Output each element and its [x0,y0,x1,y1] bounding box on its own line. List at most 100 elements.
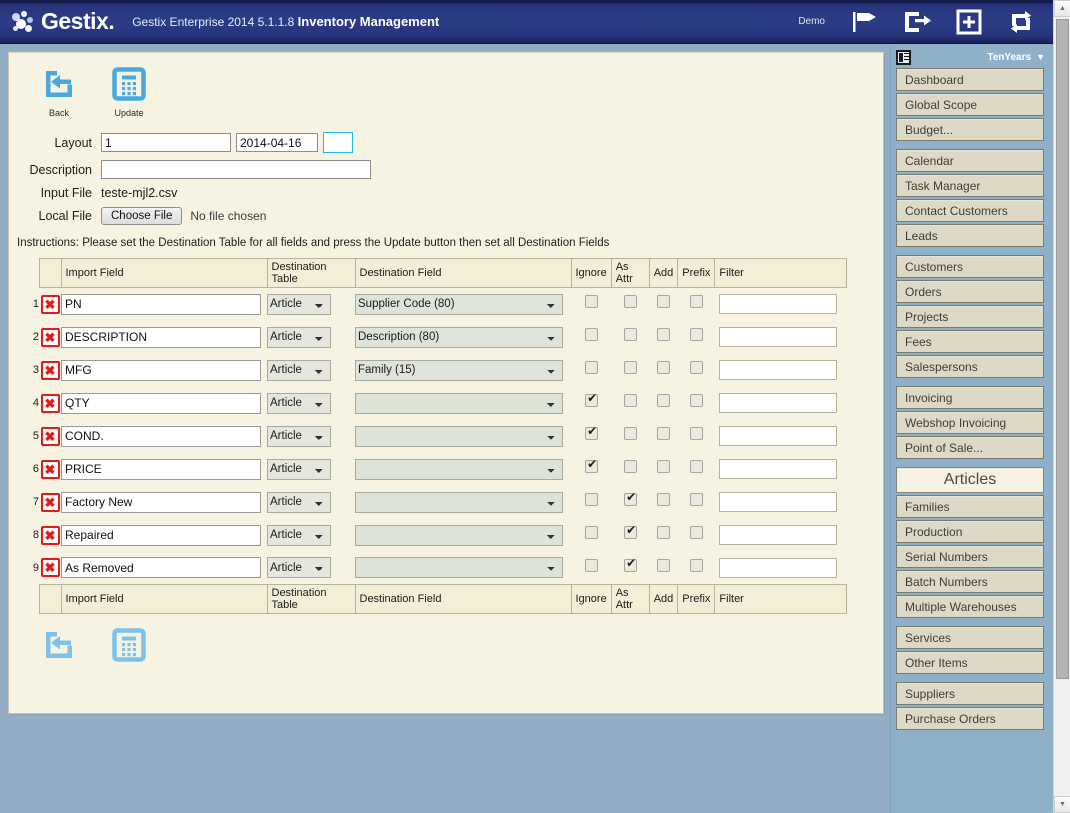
import-field-input[interactable] [61,326,261,348]
panel-toggle-icon[interactable] [896,49,911,65]
ignore-checkbox[interactable] [584,328,598,341]
sidebar-item-suppliers[interactable]: Suppliers [896,682,1044,705]
destination-table-select[interactable]: Article [267,458,331,480]
sidebar-item-other-items[interactable]: Other Items [896,651,1044,674]
sidebar-item-salespersons[interactable]: Salespersons [896,355,1044,378]
back-button[interactable]: Back [35,65,83,118]
flag-icon[interactable] [839,0,891,44]
destination-table-select[interactable]: Article [267,491,331,513]
sidebar-item-leads[interactable]: Leads [896,224,1044,247]
add-checkbox[interactable] [656,394,670,407]
scrollbar-thumb[interactable] [1056,19,1069,679]
add-checkbox[interactable] [656,526,670,539]
prefix-checkbox[interactable] [689,526,703,539]
add-checkbox[interactable] [656,558,670,572]
sidebar-item-fees[interactable]: Fees [896,330,1044,353]
add-checkbox[interactable] [656,460,670,473]
destination-table-select[interactable]: Article [267,359,331,381]
import-field-input[interactable] [61,359,261,381]
as-attr-checkbox[interactable] [623,427,637,440]
destination-field-select[interactable]: Supplier Code (80)Description (80)Family… [355,491,563,513]
prefix-checkbox[interactable] [689,460,703,473]
destination-field-select[interactable]: Supplier Code (80)Description (80)Family… [355,524,563,546]
filter-input[interactable] [718,492,837,512]
delete-row-button[interactable]: ✖ [40,525,60,545]
prefix-checkbox[interactable] [689,427,703,440]
prefix-checkbox[interactable] [689,394,703,407]
destination-table-select[interactable]: Article [267,524,331,546]
update-button-bottom[interactable]: Update [105,626,153,664]
add-checkbox[interactable] [656,295,670,309]
import-field-input[interactable] [61,524,261,546]
ignore-checkbox[interactable] [584,424,599,440]
prefix-checkbox[interactable] [689,295,703,309]
as-attr-checkbox[interactable] [623,295,637,309]
destination-field-select[interactable]: Supplier Code (80)Description (80)Family… [355,293,563,315]
import-field-input[interactable] [61,392,261,414]
as-attr-checkbox[interactable] [623,523,638,539]
destination-field-select[interactable]: Supplier Code (80)Description (80)Family… [355,359,563,381]
choose-file-button[interactable]: Choose File [101,207,183,225]
prefix-checkbox[interactable] [689,328,703,341]
import-field-input[interactable] [61,293,261,315]
description-input[interactable] [101,160,371,179]
destination-table-select[interactable]: Article [267,392,331,414]
destination-table-select[interactable]: Article [267,425,331,447]
prefix-checkbox[interactable] [689,361,703,374]
sidebar-item-global-scope[interactable]: Global Scope [896,93,1044,116]
sidebar-item-task-manager[interactable]: Task Manager [896,174,1044,197]
scope-selector[interactable]: TenYears ▼ [987,52,1045,63]
layout-input[interactable] [101,133,231,152]
delete-row-button[interactable]: ✖ [40,294,60,314]
destination-table-select[interactable]: Article [267,557,331,579]
sidebar-item-services[interactable]: Services [896,626,1044,649]
sidebar-item-purchase-orders[interactable]: Purchase Orders [896,707,1044,730]
destination-table-select[interactable]: Article [267,326,331,348]
sidebar-item-calendar[interactable]: Calendar [896,149,1044,172]
destination-field-select[interactable]: Supplier Code (80)Description (80)Family… [355,326,563,348]
sidebar-item-webshop-invoicing[interactable]: Webshop Invoicing [896,411,1044,434]
as-attr-checkbox[interactable] [623,394,637,407]
add-checkbox[interactable] [656,493,670,506]
delete-row-button[interactable]: ✖ [40,426,60,446]
ignore-checkbox[interactable] [584,361,598,374]
sidebar-section-articles[interactable]: Articles [896,467,1044,493]
sidebar-item-point-of-sale[interactable]: Point of Sale... [896,436,1044,459]
delete-row-button[interactable]: ✖ [40,459,60,479]
ignore-checkbox[interactable] [584,457,599,473]
delete-row-button[interactable]: ✖ [40,492,60,512]
ignore-checkbox[interactable] [584,391,599,407]
as-attr-checkbox[interactable] [623,328,637,341]
import-field-input[interactable] [61,491,261,513]
destination-table-select[interactable]: Article [267,293,331,315]
sidebar-item-projects[interactable]: Projects [896,305,1044,328]
filter-input[interactable] [718,525,837,545]
sidebar-item-invoicing[interactable]: Invoicing [896,386,1044,409]
sidebar-item-contact-customers[interactable]: Contact Customers [896,199,1044,222]
filter-input[interactable] [718,294,837,315]
ignore-checkbox[interactable] [584,493,598,506]
delete-row-button[interactable]: ✖ [40,558,60,578]
prefix-checkbox[interactable] [689,558,703,572]
sidebar-item-batch-numbers[interactable]: Batch Numbers [896,570,1044,593]
vertical-scrollbar[interactable]: ▲ ▼ [1053,0,1070,813]
date-picker-button[interactable] [323,132,353,153]
update-button[interactable]: Update [105,65,153,118]
ignore-checkbox[interactable] [584,558,598,572]
logout-icon[interactable] [891,0,943,44]
filter-input[interactable] [718,557,837,578]
filter-input[interactable] [718,393,837,413]
delete-row-button[interactable]: ✖ [40,393,60,413]
ignore-checkbox[interactable] [584,295,598,309]
sidebar-item-production[interactable]: Production [896,520,1044,543]
destination-field-select[interactable]: Supplier Code (80)Description (80)Family… [355,458,563,480]
import-field-input[interactable] [61,557,261,579]
filter-input[interactable] [718,327,837,347]
sidebar-item-customers[interactable]: Customers [896,255,1044,278]
add-checkbox[interactable] [656,361,670,374]
sidebar-item-serial-numbers[interactable]: Serial Numbers [896,545,1044,568]
add-checkbox[interactable] [656,427,670,440]
delete-row-button[interactable]: ✖ [40,327,60,347]
filter-input[interactable] [718,426,837,446]
brand-logo[interactable]: Gestix. [12,8,115,35]
